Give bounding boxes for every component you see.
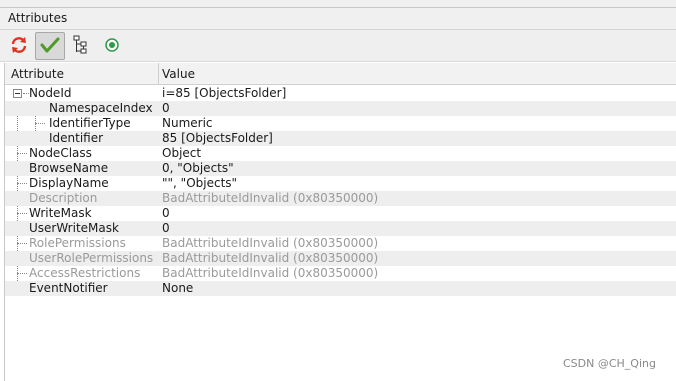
attribute-value: "", "Objects": [162, 176, 238, 190]
attribute-value: 0, "Objects": [162, 161, 234, 175]
attribute-value: Object: [162, 146, 202, 160]
table-header: Attribute Value: [5, 63, 676, 85]
table-row[interactable]: NodeClass Object: [5, 146, 676, 161]
panel-top-divider: [0, 7, 676, 8]
attributes-table: Attribute Value NodeId i=85 [ObjectsFold…: [4, 63, 676, 381]
watermark: CSDN @CH_Qing: [563, 357, 656, 370]
refresh-button[interactable]: [4, 32, 34, 60]
checkmark-icon: [40, 36, 60, 57]
table-row[interactable]: Identifier 85 [ObjectsFolder]: [5, 131, 676, 146]
table-row[interactable]: Description BadAttributeIdInvalid (0x803…: [5, 191, 676, 206]
attribute-name: DisplayName: [29, 176, 109, 190]
attribute-name: AccessRestrictions: [29, 266, 141, 280]
attribute-value: BadAttributeIdInvalid (0x80350000): [162, 191, 379, 205]
table-row[interactable]: UserRolePermissions BadAttributeIdInvali…: [5, 251, 676, 266]
attribute-name: UserRolePermissions: [29, 251, 154, 265]
panel-title: Attributes: [8, 11, 68, 25]
attribute-name: Identifier: [49, 131, 104, 145]
collapse-toggle[interactable]: [13, 89, 22, 98]
attribute-value: 0: [162, 101, 170, 115]
column-separator[interactable]: [158, 63, 159, 85]
table-row[interactable]: DisplayName "", "Objects": [5, 176, 676, 191]
attribute-value: Numeric: [162, 116, 213, 130]
attribute-name: WriteMask: [29, 206, 92, 220]
table-row[interactable]: RolePermissions BadAttributeIdInvalid (0…: [5, 236, 676, 251]
attribute-name: BrowseName: [29, 161, 109, 175]
attribute-value: 85 [ObjectsFolder]: [162, 131, 273, 145]
toolbar: [0, 30, 676, 62]
hierarchy-button[interactable]: [66, 32, 96, 60]
attribute-value: BadAttributeIdInvalid (0x80350000): [162, 266, 379, 280]
column-header-value[interactable]: Value: [162, 67, 195, 81]
validate-button[interactable]: [35, 32, 65, 60]
attribute-value: 0: [162, 221, 170, 235]
attribute-name: NodeId: [29, 86, 72, 100]
attribute-value: i=85 [ObjectsFolder]: [162, 86, 287, 100]
panel-title-bar: Attributes: [0, 0, 676, 30]
table-row[interactable]: NamespaceIndex 0: [5, 101, 676, 116]
table-row[interactable]: AccessRestrictions BadAttributeIdInvalid…: [5, 266, 676, 281]
attribute-name: UserWriteMask: [29, 221, 119, 235]
attribute-value: None: [162, 281, 194, 295]
attribute-name: Description: [29, 191, 98, 205]
attribute-value: BadAttributeIdInvalid (0x80350000): [162, 236, 379, 250]
attribute-name: NamespaceIndex: [49, 101, 153, 115]
table-row[interactable]: NodeId i=85 [ObjectsFolder]: [5, 86, 676, 101]
table-row[interactable]: IdentifierType Numeric: [5, 116, 676, 131]
refresh-icon: [10, 36, 28, 57]
tree-hierarchy-icon: [72, 35, 90, 58]
table-row[interactable]: EventNotifier None: [5, 281, 676, 296]
target-icon: [104, 37, 120, 56]
attribute-value: 0: [162, 206, 170, 220]
attribute-name: NodeClass: [29, 146, 92, 160]
table-row[interactable]: UserWriteMask 0: [5, 221, 676, 236]
target-button[interactable]: [97, 32, 127, 60]
table-row[interactable]: WriteMask 0: [5, 206, 676, 221]
table-row[interactable]: BrowseName 0, "Objects": [5, 161, 676, 176]
attribute-name: IdentifierType: [49, 116, 131, 130]
attribute-value: BadAttributeIdInvalid (0x80350000): [162, 251, 379, 265]
column-header-attribute[interactable]: Attribute: [11, 67, 64, 81]
attribute-name: RolePermissions: [29, 236, 126, 250]
attribute-name: EventNotifier: [29, 281, 108, 295]
